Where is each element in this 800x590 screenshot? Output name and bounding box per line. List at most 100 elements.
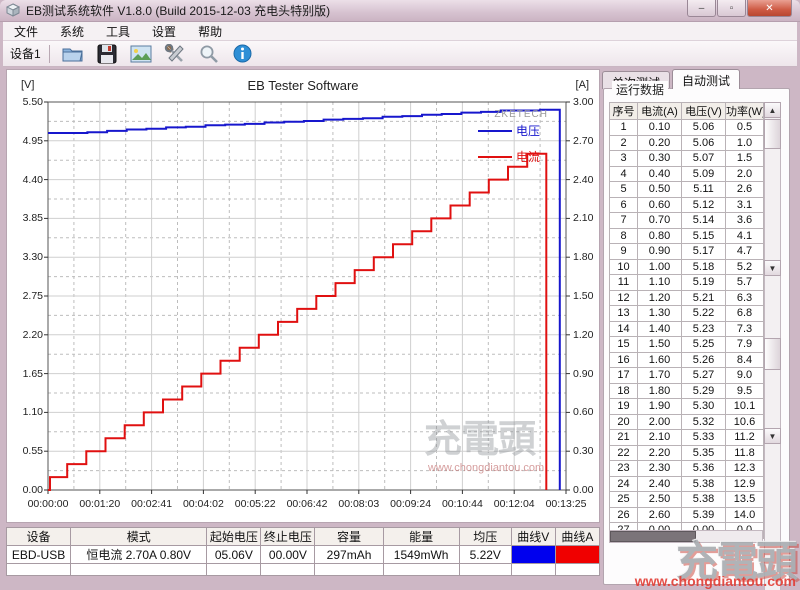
table-row[interactable]: 60.605.123.1: [610, 197, 764, 213]
cell: 2.0: [726, 166, 764, 182]
cell: 5.15: [682, 228, 726, 244]
menu-item-帮助[interactable]: 帮助: [187, 22, 233, 40]
summary-cell: 1549mWh: [383, 546, 459, 564]
table-row[interactable]: 80.805.154.1: [610, 228, 764, 244]
y-left-tick: 5.50: [13, 96, 43, 108]
table-row[interactable]: 242.405.3812.9: [610, 476, 764, 492]
cell: 5.38: [682, 476, 726, 492]
table-row[interactable]: 222.205.3511.8: [610, 445, 764, 461]
cell: 25: [610, 492, 638, 508]
run-data-groupbox: 运行数据 序号电流(A)电压(V)功率(W)10.105.060.520.205…: [603, 88, 790, 585]
save-icon[interactable]: [95, 43, 119, 65]
table-row[interactable]: 212.105.3311.2: [610, 430, 764, 446]
table-row[interactable]: 191.905.3010.1: [610, 399, 764, 415]
scroll-down-button[interactable]: ▼: [764, 260, 781, 276]
table-row[interactable]: 30.305.071.5: [610, 151, 764, 167]
table-row[interactable]: 141.405.237.3: [610, 321, 764, 337]
cell: 15: [610, 337, 638, 353]
table-row[interactable]: 151.505.257.9: [610, 337, 764, 353]
y-left-tick: 4.95: [13, 135, 43, 147]
cell: 1.70: [638, 368, 682, 384]
cell: 7.9: [726, 337, 764, 353]
table-row[interactable]: 202.005.3210.6: [610, 414, 764, 430]
cell: 10.1: [726, 399, 764, 415]
menu-item-工具[interactable]: 工具: [95, 22, 141, 40]
table-row[interactable]: 90.905.174.7: [610, 244, 764, 260]
table-row[interactable]: 20.205.061.0: [610, 135, 764, 151]
info-icon[interactable]: [231, 43, 255, 65]
table-row[interactable]: 40.405.092.0: [610, 166, 764, 182]
cell: 2.10: [638, 430, 682, 446]
table-row[interactable]: 121.205.216.3: [610, 290, 764, 306]
tools-icon[interactable]: [163, 43, 187, 65]
table-row[interactable]: 232.305.3612.3: [610, 461, 764, 477]
vertical-scrollbar[interactable]: ▲ ▼ ▼: [764, 102, 781, 590]
chart-title: EB Tester Software: [7, 78, 599, 93]
minimize-button[interactable]: –: [687, 0, 716, 17]
zoom-icon[interactable]: [197, 43, 221, 65]
y-left-tick: 3.30: [13, 251, 43, 263]
image-export-icon[interactable]: [129, 43, 153, 65]
cell: 1.50: [638, 337, 682, 353]
column-header: 电流(A): [638, 103, 682, 120]
empty-cell: [459, 564, 511, 576]
cell: 5.12: [682, 197, 726, 213]
scrollbar-thumb[interactable]: [764, 119, 781, 149]
menu-item-文件[interactable]: 文件: [3, 22, 49, 40]
table-row[interactable]: 10.105.060.5: [610, 120, 764, 136]
cell: 1.0: [726, 135, 764, 151]
cell: 0.5: [726, 120, 764, 136]
scroll-up-button[interactable]: ▲: [764, 102, 781, 118]
table-row[interactable]: 131.305.226.8: [610, 306, 764, 322]
table-row[interactable]: 181.805.299.5: [610, 383, 764, 399]
cell: 9: [610, 244, 638, 260]
close-button[interactable]: ✕: [747, 0, 792, 17]
scroll-down-button[interactable]: ▼: [764, 428, 781, 444]
app-icon: [6, 3, 21, 18]
cell: 3.6: [726, 213, 764, 229]
y-right-tick: 3.00: [573, 96, 603, 108]
menu-item-设置[interactable]: 设置: [141, 22, 187, 40]
cell: 5.26: [682, 352, 726, 368]
cell: 0.20: [638, 135, 682, 151]
cell: 11: [610, 275, 638, 291]
table-row[interactable]: 70.705.143.6: [610, 213, 764, 229]
table-row[interactable]: 262.605.3914.0: [610, 507, 764, 523]
cell: 8: [610, 228, 638, 244]
empty-cell: [555, 564, 599, 576]
table-row[interactable]: 161.605.268.4: [610, 352, 764, 368]
horizontal-scrollbar[interactable]: [609, 530, 763, 543]
y-left-tick: 2.75: [13, 290, 43, 302]
legend-current: 电流: [478, 148, 540, 165]
horizontal-scrollbar-thumb[interactable]: [610, 531, 696, 542]
cell: 5.06: [682, 135, 726, 151]
empty-cell: [207, 564, 261, 576]
current-curve: [48, 154, 546, 490]
cell: 5.07: [682, 151, 726, 167]
cell: 23: [610, 461, 638, 477]
table-row[interactable]: 111.105.195.7: [610, 275, 764, 291]
tab-自动测试[interactable]: 自动测试: [672, 69, 740, 89]
cell: 5.29: [682, 383, 726, 399]
y-left-tick: 0.55: [13, 445, 43, 457]
table-row[interactable]: 252.505.3813.5: [610, 492, 764, 508]
summary-header: 设备: [7, 528, 71, 546]
cell: 17: [610, 368, 638, 384]
device-tab[interactable]: 设备1: [3, 45, 49, 62]
table-row[interactable]: 50.505.112.6: [610, 182, 764, 198]
menu-item-系统[interactable]: 系统: [49, 22, 95, 40]
scrollbar-thumb[interactable]: [764, 338, 781, 370]
y-right-tick: 0.00: [573, 484, 603, 496]
maximize-button[interactable]: ▫: [717, 0, 746, 17]
table-row[interactable]: 171.705.279.0: [610, 368, 764, 384]
voltage-legend-label: 电压: [516, 122, 540, 139]
cell: 5.18: [682, 259, 726, 275]
table-row[interactable]: 101.005.185.2: [610, 259, 764, 275]
right-axis-unit: [A]: [576, 79, 589, 91]
cell: 5.32: [682, 414, 726, 430]
column-header: 功率(W): [726, 103, 764, 120]
open-folder-icon[interactable]: [61, 43, 85, 65]
summary-header-row: 设备模式起始电压终止电压容量能量均压曲线V曲线A: [7, 528, 600, 546]
current-legend-line: [478, 156, 512, 158]
empty-cell: [383, 564, 459, 576]
